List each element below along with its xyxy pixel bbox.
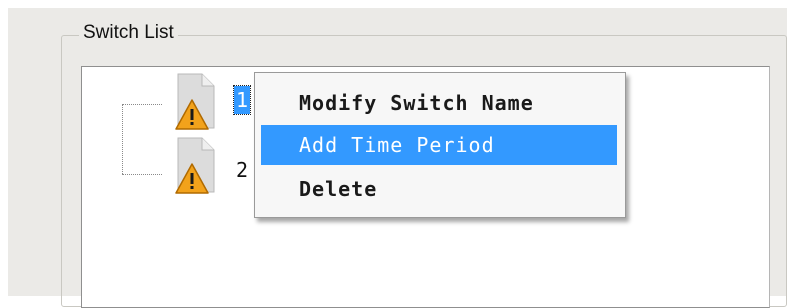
tree-connector-line (122, 174, 162, 175)
tree-connector-line (122, 104, 162, 105)
menu-item-modify-switch-name[interactable]: Modify Switch Name (261, 83, 617, 123)
tree-node-label[interactable]: 1 (232, 85, 252, 115)
document-warning-icon[interactable] (168, 136, 220, 196)
tree-connector-line (122, 104, 123, 174)
menu-item-add-time-period[interactable]: Add Time Period (261, 125, 617, 165)
tree-node-label[interactable]: 2 (234, 156, 250, 184)
context-menu: Modify Switch Name Add Time Period Delet… (254, 72, 626, 218)
menu-item-delete[interactable]: Delete (261, 169, 617, 209)
document-warning-icon[interactable] (168, 72, 220, 132)
switch-list-label: Switch List (79, 22, 178, 44)
